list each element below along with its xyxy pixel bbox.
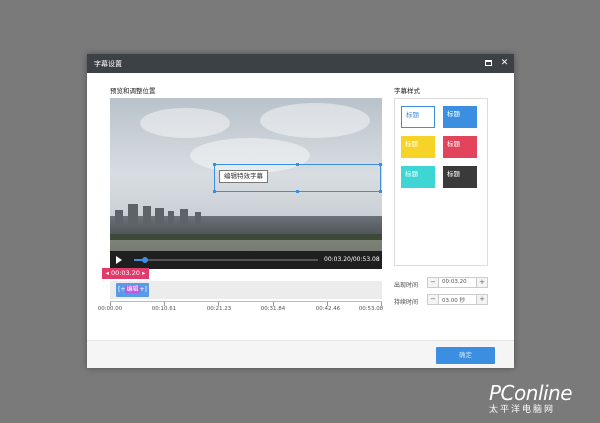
decrement-button[interactable]: − — [428, 278, 439, 287]
appear-time-label: 出现时间 — [394, 282, 419, 289]
building — [168, 211, 174, 224]
ruler-tick-label: 00:42.46 — [315, 306, 341, 312]
duration-value[interactable]: 03.00 秒 — [442, 296, 465, 304]
playhead-time: 00:03.20 — [110, 269, 141, 277]
dialog-footer: 确定 — [87, 340, 514, 368]
preview-label: 预览和调整位置 — [110, 87, 156, 95]
play-icon[interactable] — [116, 256, 122, 264]
resize-handle[interactable] — [296, 163, 299, 166]
style-label: 字幕样式 — [394, 87, 420, 95]
playhead-time-marker[interactable]: ◂ 00:03.20 ▸ — [102, 268, 149, 279]
subtitle-track[interactable] — [110, 281, 382, 299]
pconline-watermark: PConline 太平洋电脑网 — [489, 381, 573, 415]
ok-button[interactable]: 确定 — [436, 347, 495, 364]
building — [143, 206, 151, 224]
subtitle-text-overlay[interactable]: 编辑特效字幕 — [219, 170, 268, 183]
ruler-tick-label: 00:53.08 — [358, 306, 384, 312]
cloud — [260, 103, 370, 138]
style-swatch[interactable]: 标题 — [443, 136, 477, 158]
resize-handle[interactable] — [379, 190, 382, 193]
style-swatch[interactable]: 标题 — [401, 106, 435, 128]
style-swatch[interactable]: 标题 — [443, 166, 477, 188]
ruler-tick-label: 00:21.23 — [206, 306, 232, 312]
appear-time-value[interactable]: 00:03.20 — [442, 279, 467, 285]
style-swatch[interactable]: 标题 — [401, 166, 435, 188]
player-controls: 00:03.20/00:53.08 — [110, 251, 382, 269]
clip-label: 编辑 — [125, 286, 140, 293]
progress-knob[interactable] — [142, 257, 148, 263]
time-display: 00:03.20/00:53.08 — [324, 256, 380, 263]
resize-handle[interactable] — [379, 163, 382, 166]
cloud — [140, 108, 230, 138]
dialog-title: 字幕设置 — [94, 60, 122, 68]
duration-label: 持续时间 — [394, 299, 419, 306]
decrement-button[interactable]: − — [428, 295, 439, 304]
ruler-tick-label: 00:00.00 — [97, 306, 123, 312]
resize-handle[interactable] — [213, 190, 216, 193]
style-swatch[interactable]: 标题 — [401, 136, 435, 158]
chevron-right-icon: ▸ — [142, 269, 146, 277]
appear-time-stepper[interactable]: − 00:03.20 + — [427, 277, 488, 288]
building — [195, 212, 201, 224]
ruler-tick-label: 00:10.61 — [151, 306, 177, 312]
dialog-titlebar: 字幕设置 ✕ — [87, 54, 514, 73]
building — [180, 209, 188, 224]
resize-handle[interactable] — [213, 163, 216, 166]
increment-button[interactable]: + — [476, 278, 487, 287]
subtitle-settings-dialog: 字幕设置 ✕ 预览和调整位置 编辑特效字幕 00:03.20/00:53.08 … — [87, 54, 514, 368]
video-preview[interactable]: 编辑特效字幕 — [110, 98, 382, 269]
style-swatch[interactable]: 标题 — [443, 106, 477, 128]
chevron-left-icon: ◂ — [105, 269, 109, 277]
increment-button[interactable]: + — [476, 295, 487, 304]
progress-bar[interactable] — [134, 257, 318, 263]
maximize-icon[interactable] — [483, 58, 494, 69]
subtitle-clip[interactable]: [+编辑+] — [116, 283, 149, 297]
resize-handle[interactable] — [296, 190, 299, 193]
close-icon[interactable]: ✕ — [499, 58, 510, 69]
ruler-tick-label: 00:31.84 — [260, 306, 286, 312]
building — [155, 208, 164, 224]
building — [115, 210, 123, 224]
duration-stepper[interactable]: − 03.00 秒 + — [427, 294, 488, 305]
building — [128, 204, 138, 224]
